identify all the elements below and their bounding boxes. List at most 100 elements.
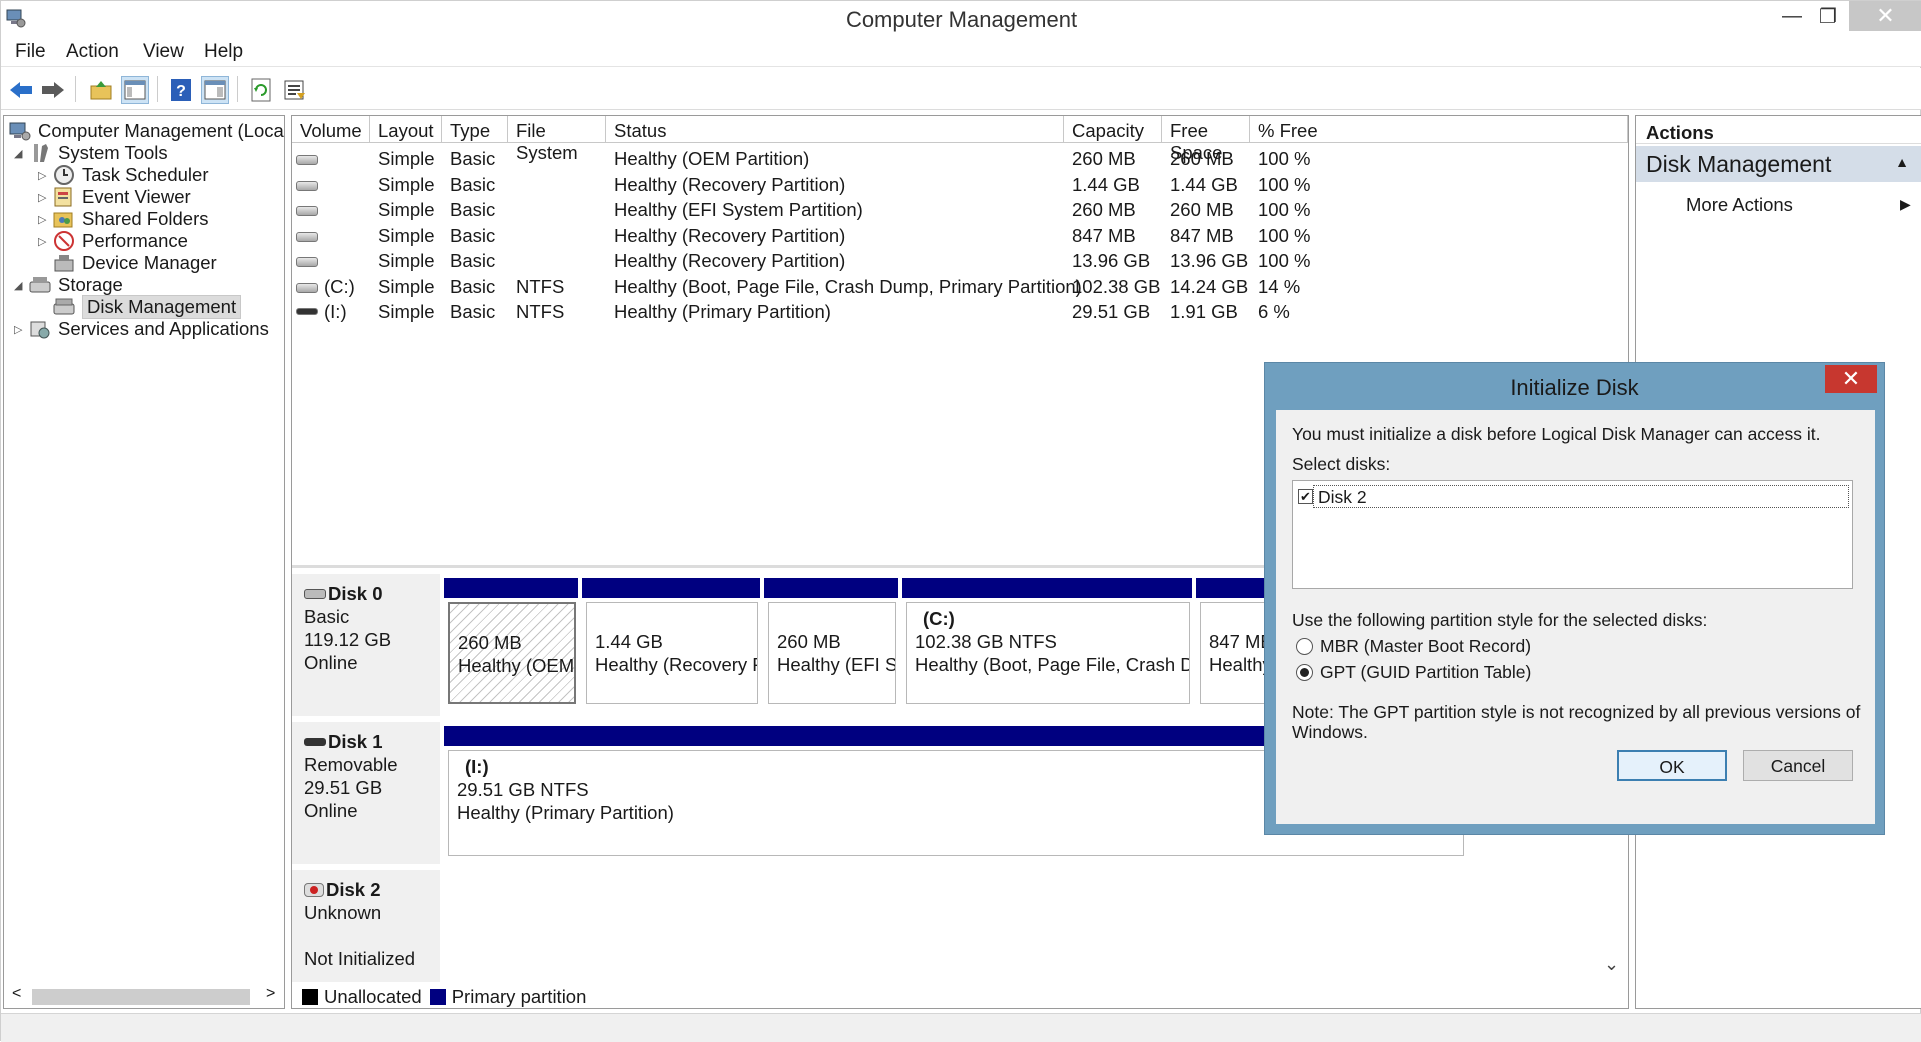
- collapsed-triangle-icon[interactable]: ▷: [38, 169, 52, 182]
- properties-icon[interactable]: [201, 76, 229, 104]
- up-folder-icon[interactable]: [87, 76, 115, 104]
- partition-header-bar: [902, 578, 1192, 598]
- menu-file[interactable]: File: [15, 41, 46, 63]
- collapse-up-icon[interactable]: ▲: [1895, 154, 1909, 170]
- primary-partition-swatch: [429, 989, 446, 1005]
- dialog-close-button[interactable]: ✕: [1825, 365, 1877, 393]
- dialog-title: Initialize Disk: [1510, 375, 1639, 400]
- menu-view[interactable]: View: [143, 41, 184, 63]
- computer-management-icon: [8, 120, 32, 142]
- actions-section-disk-management[interactable]: Disk Management ▲: [1636, 146, 1921, 182]
- tree-item-services-and-applications[interactable]: ▷ Services and Applications: [14, 316, 269, 342]
- help-icon[interactable]: ?: [167, 76, 195, 104]
- partition-status: Healthy (OEM: [458, 655, 575, 676]
- tree-label: Shared Folders: [82, 208, 209, 229]
- cell-layout: Simple: [378, 250, 435, 271]
- disk-2-label[interactable]: Disk 2 Unknown Not Initialized: [292, 870, 440, 982]
- volume-row[interactable]: (C:) Simple Basic NTFS Healthy (Boot, Page F…: [292, 276, 1628, 300]
- col-volume-header[interactable]: Volume: [292, 116, 370, 143]
- show-hide-tree-icon[interactable]: [121, 76, 149, 104]
- cell-capacity: 847 MB: [1072, 224, 1136, 246]
- partition-size: 260 MB: [458, 632, 522, 653]
- col-status-header[interactable]: Status: [606, 116, 1064, 143]
- gpt-note-line2: Windows.: [1292, 722, 1368, 742]
- disk-type: Unknown: [304, 902, 382, 923]
- col-percent-free-header[interactable]: % Free: [1250, 116, 1628, 143]
- partition-c[interactable]: (C:) 102.38 GB NTFS Healthy (Boot, Page …: [906, 602, 1190, 704]
- cell-layout: Simple: [378, 148, 435, 169]
- collapsed-triangle-icon[interactable]: ▷: [38, 213, 52, 226]
- close-icon: ✕: [1876, 3, 1895, 28]
- more-actions[interactable]: More Actions: [1686, 194, 1793, 216]
- refresh-icon[interactable]: [247, 76, 275, 104]
- tree-label: Device Manager: [82, 252, 217, 273]
- cell-status: Healthy (Boot, Page File, Crash Dump, Pr…: [614, 275, 1082, 297]
- cell-volume: (I:): [324, 301, 347, 322]
- volume-icon: [296, 155, 318, 165]
- cell-type: Basic: [450, 250, 496, 271]
- collapsed-triangle-icon[interactable]: ▷: [14, 323, 28, 336]
- volume-icon: [296, 180, 318, 191]
- removable-volume-icon: [296, 308, 318, 315]
- volume-row[interactable]: (I:) Simple Basic NTFS Healthy (Primary Part…: [292, 301, 1628, 325]
- section-title: Disk Management: [1646, 151, 1832, 177]
- partition-header-bar: [582, 578, 760, 598]
- cell-free-space: 13.96 GB: [1170, 250, 1249, 271]
- ok-button[interactable]: OK: [1617, 750, 1727, 781]
- volume-row[interactable]: Simple Basic Healthy (OEM Partition) 260 MB…: [292, 148, 1628, 172]
- cell-percent-free: 100 %: [1258, 148, 1311, 169]
- partition-size: 1.44 GB: [595, 631, 663, 652]
- volume-icon: [296, 231, 318, 242]
- forward-icon[interactable]: [39, 76, 67, 104]
- partition-size: 260 MB: [777, 631, 841, 652]
- scroll-left-icon[interactable]: <: [12, 985, 21, 1003]
- col-capacity-header[interactable]: Capacity: [1064, 116, 1162, 143]
- mbr-radio[interactable]: [1296, 638, 1313, 655]
- gpt-note-line1: Note: The GPT partition style is not rec…: [1292, 702, 1861, 722]
- toolbar: ?: [1, 68, 1921, 110]
- tree-label: Storage: [58, 274, 123, 295]
- col-layout-header[interactable]: Layout: [370, 116, 442, 143]
- expanded-triangle-icon[interactable]: ◢: [14, 279, 28, 292]
- disk-select-list[interactable]: ✔ Disk 2: [1292, 480, 1853, 589]
- console-tree: Computer Management (Local ◢ System Tool…: [3, 115, 285, 1009]
- back-icon[interactable]: [7, 76, 35, 104]
- disk-0-label[interactable]: Disk 0 Basic 119.12 GB Online: [292, 574, 440, 716]
- cell-status: Healthy (OEM Partition): [614, 148, 810, 169]
- cell-type: Basic: [450, 224, 496, 246]
- disk-2-checkbox[interactable]: ✔: [1298, 489, 1313, 504]
- close-button[interactable]: ✕: [1849, 1, 1921, 31]
- volume-row[interactable]: Simple Basic Healthy (Recovery Partition) 1…: [292, 174, 1628, 198]
- volume-row[interactable]: Simple Basic Healthy (Recovery Partition) 1…: [292, 250, 1628, 274]
- disk-type: Removable: [304, 754, 398, 775]
- scroll-right-icon[interactable]: >: [266, 985, 275, 1003]
- volume-row[interactable]: Simple Basic Healthy (EFI System Partition…: [292, 199, 1628, 223]
- collapsed-triangle-icon[interactable]: ▷: [38, 191, 52, 204]
- col-free-space-header[interactable]: Free Space: [1162, 116, 1250, 163]
- scroll-thumb[interactable]: [32, 989, 250, 1005]
- menu-help[interactable]: Help: [204, 41, 243, 63]
- expanded-triangle-icon[interactable]: ◢: [14, 147, 28, 160]
- disk-1-label[interactable]: Disk 1 Removable 29.51 GB Online: [292, 722, 440, 864]
- restore-button[interactable]: ❐: [1807, 1, 1849, 31]
- volume-row[interactable]: Simple Basic Healthy (Recovery Partition) 8…: [292, 225, 1628, 249]
- disk-management-icon: [52, 296, 76, 318]
- cell-percent-free: 14 %: [1258, 275, 1301, 297]
- cancel-button[interactable]: Cancel: [1743, 750, 1853, 781]
- cell-type: Basic: [450, 199, 496, 220]
- cell-layout: Simple: [378, 275, 435, 297]
- scroll-down-icon[interactable]: ⌄: [1604, 954, 1619, 975]
- menu-action[interactable]: Action: [66, 41, 119, 63]
- collapsed-triangle-icon[interactable]: ▷: [38, 235, 52, 248]
- cell-file-system: NTFS: [516, 275, 565, 297]
- gpt-radio[interactable]: [1296, 664, 1313, 681]
- tree-horizontal-scrollbar[interactable]: < >: [4, 984, 284, 1008]
- export-list-icon[interactable]: [281, 76, 309, 104]
- partition-recovery-1[interactable]: 1.44 GB Healthy (Recovery P: [586, 602, 758, 704]
- partition-efi[interactable]: 260 MB Healthy (EFI Sy: [768, 602, 896, 704]
- partition-oem[interactable]: 260 MB Healthy (OEM: [448, 602, 576, 704]
- col-file-system-header[interactable]: File System: [508, 116, 606, 163]
- cell-free-space: 14.24 GB: [1170, 275, 1249, 297]
- disk-list-item[interactable]: ✔ Disk 2: [1298, 485, 1849, 508]
- col-type-header[interactable]: Type: [442, 116, 508, 143]
